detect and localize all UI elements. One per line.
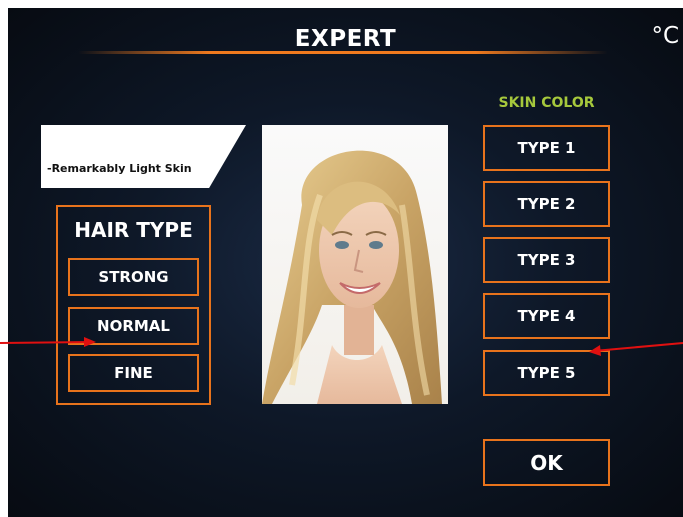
hair-type-fine-button[interactable]: FINE	[68, 354, 199, 392]
skin-info-card: -Remarkably Light Skin	[41, 125, 246, 188]
temperature-unit: °C	[651, 23, 679, 49]
skin-preview-photo	[262, 125, 448, 404]
hair-type-strong-button[interactable]: STRONG	[68, 258, 199, 296]
skin-type-3-button[interactable]: TYPE 3	[483, 237, 610, 283]
skin-type-5-button[interactable]: TYPE 5	[483, 350, 610, 396]
expert-screen: EXPERT °C -Remarkably Light Skin HAIR TY…	[8, 8, 683, 517]
skin-type-1-button[interactable]: TYPE 1	[483, 125, 610, 171]
hair-type-title: HAIR TYPE	[74, 218, 193, 242]
skin-info-text: -Remarkably Light Skin	[47, 162, 192, 175]
skin-type-2-button[interactable]: TYPE 2	[483, 181, 610, 227]
hair-type-normal-button[interactable]: NORMAL	[68, 307, 199, 345]
title-divider	[78, 51, 608, 54]
page-title: EXPERT	[294, 26, 397, 52]
ok-button[interactable]: OK	[483, 439, 610, 486]
woman-portrait-image	[262, 150, 442, 404]
skin-type-4-button[interactable]: TYPE 4	[483, 293, 610, 339]
skin-color-title: SKIN COLOR	[498, 95, 595, 111]
